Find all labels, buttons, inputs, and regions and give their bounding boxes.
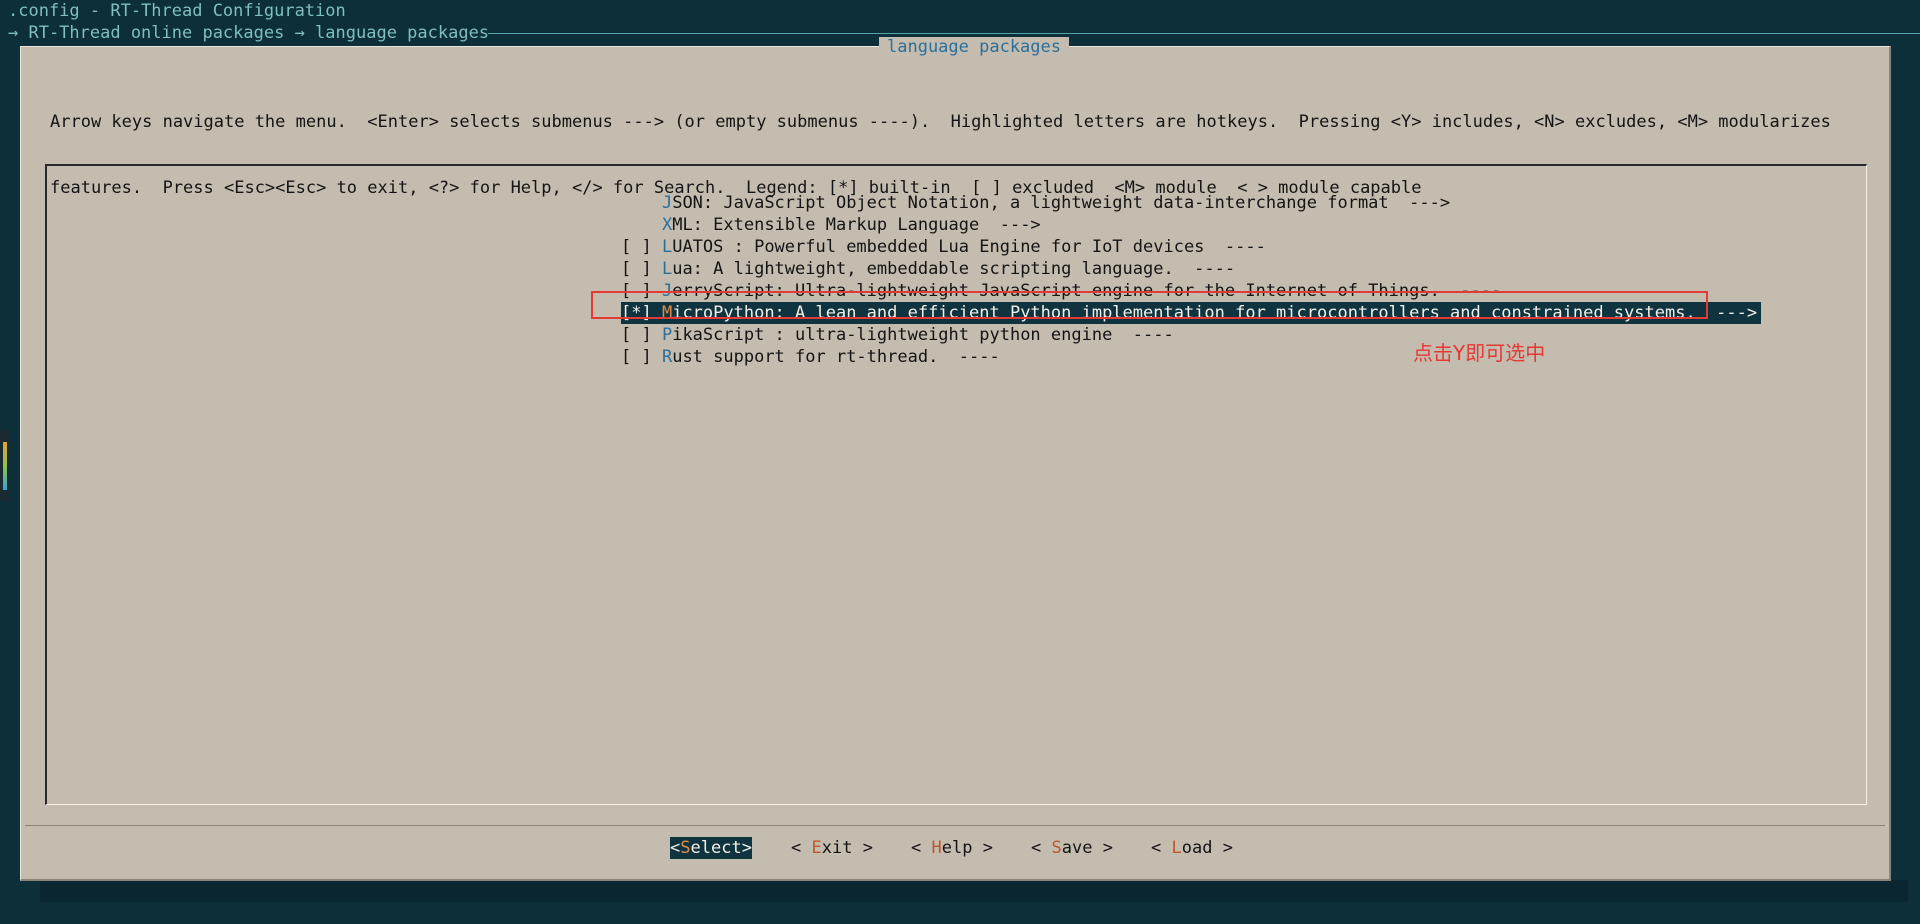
annotation-highlight-box [591, 291, 1708, 319]
hotkey: R [661, 347, 673, 367]
menuconfig-dialog: language packages Arrow keys navigate th… [20, 37, 1891, 881]
hotkey: P [661, 325, 673, 345]
button-bar-divider [25, 825, 1885, 826]
hotkey: X [661, 215, 673, 235]
hotkey: L [661, 237, 673, 257]
checkbox[interactable]: [ ] [621, 259, 662, 279]
dialog-title: language packages [879, 37, 1069, 57]
menu-item-luatos[interactable]: [ ] LUATOS : Powerful embedded Lua Engin… [621, 236, 1266, 258]
menu-item-json[interactable]: JSON: JavaScript Object Notation, a ligh… [621, 192, 1450, 214]
menu-item-rust[interactable]: [ ] Rust support for rt-thread. ---- [621, 346, 1000, 368]
hotkey: J [661, 193, 673, 213]
dialog-shadow [40, 880, 1908, 902]
header-divider [488, 33, 1920, 34]
menu-item-lua[interactable]: [ ] Lua: A lightweight, embeddable scrip… [621, 258, 1235, 280]
checkbox[interactable]: [ ] [621, 347, 662, 367]
hotkey: L [661, 259, 673, 279]
checkbox[interactable]: [ ] [621, 237, 662, 257]
help-line-1: Arrow keys navigate the menu. <Enter> se… [50, 112, 1831, 132]
window-title: .config - RT-Thread Configuration [8, 1, 346, 21]
load-button[interactable]: < Load > [1151, 837, 1233, 859]
checkbox[interactable]: [ ] [621, 325, 662, 345]
breadcrumb: → RT-Thread online packages → language p… [8, 23, 490, 43]
menu-list: JSON: JavaScript Object Notation, a ligh… [45, 164, 1867, 805]
select-button[interactable]: <Select> [670, 837, 752, 859]
side-scroll-indicator [0, 430, 10, 502]
menu-item-pikascript[interactable]: [ ] PikaScript : ultra-lightweight pytho… [621, 324, 1174, 346]
button-bar: <Select> < Exit > < Help > < Save > < Lo… [21, 837, 1889, 865]
save-button[interactable]: < Save > [1031, 837, 1113, 859]
help-button[interactable]: < Help > [911, 837, 993, 859]
annotation-text: 点击Y即可选中 [1413, 341, 1546, 365]
exit-button[interactable]: < Exit > [791, 837, 873, 859]
menu-item-xml[interactable]: XML: Extensible Markup Language ---> [621, 214, 1041, 236]
